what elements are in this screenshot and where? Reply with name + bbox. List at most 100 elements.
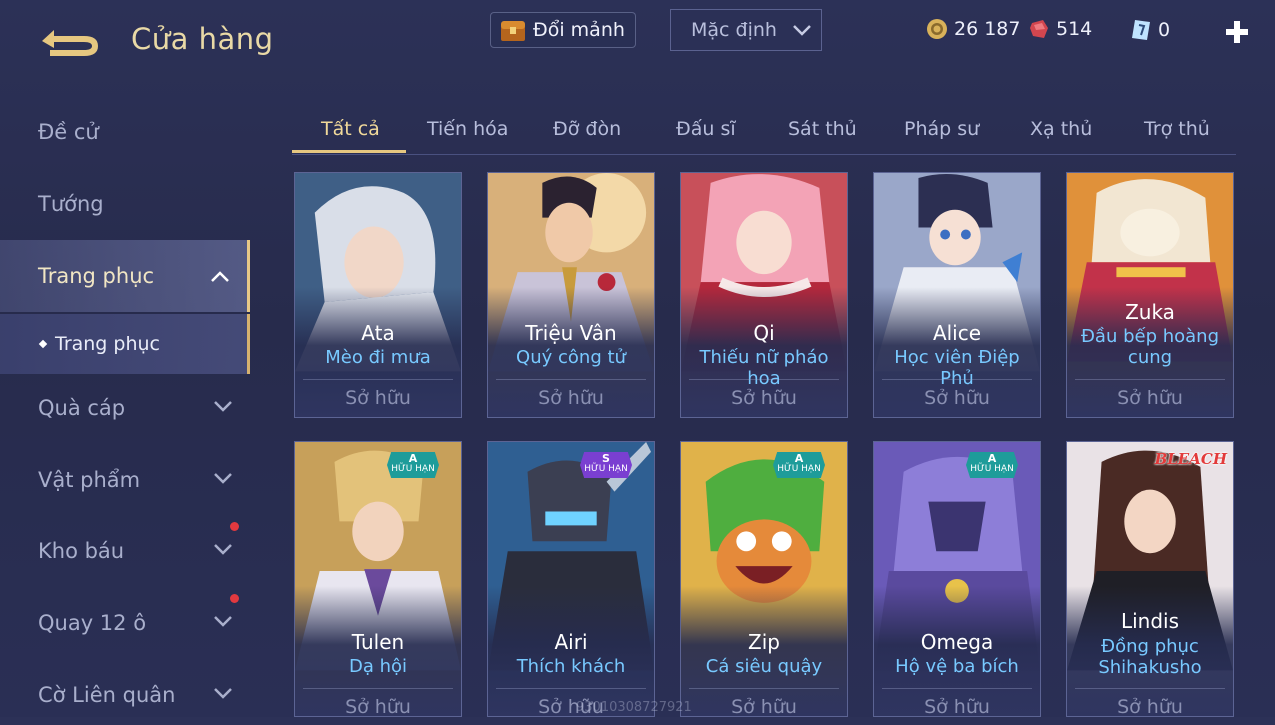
voucher-currency: 0 [1130, 18, 1170, 42]
skin-card[interactable]: Ata Mèo đi mưa Sở hữu [294, 172, 462, 418]
skin-name: Mèo đi mưa [325, 347, 431, 368]
hero-name: Airi [554, 630, 588, 654]
tab-mage[interactable]: Pháp sư [904, 118, 979, 140]
skin-card[interactable]: S HỮU HẠN Airi Thích khách Sở hữu [487, 441, 655, 717]
tab-evolution[interactable]: Tiến hóa [427, 118, 508, 140]
sidebar-item-label: Quay 12 ô [38, 611, 147, 635]
tab-marksman[interactable]: Xạ thủ [1030, 118, 1092, 140]
owned-status: Sở hữu [538, 387, 604, 409]
chevron-up-icon [211, 271, 229, 282]
sidebar-item-chess[interactable]: Cờ Liên quân [0, 665, 250, 725]
skin-name: Hộ vệ ba bích [895, 656, 1019, 677]
ruby-amount: 514 [1056, 18, 1093, 40]
treasure-chest-icon [501, 21, 525, 41]
chevron-down-icon [214, 544, 232, 555]
owned-status: Sở hữu [1117, 387, 1183, 409]
sidebar-item-recommended[interactable]: Đề cử [0, 102, 250, 162]
tier-badge-letter: A [987, 452, 997, 465]
sidebar-item-label: Quà cáp [38, 396, 126, 420]
tab-all[interactable]: Tất cả [321, 118, 380, 140]
tier-badge-letter: A [794, 452, 804, 465]
tier-badge-text: HỮU HẠN [777, 464, 821, 474]
sidebar-subitem-label: Trang phục [55, 333, 161, 355]
skin-name: Thích khách [516, 656, 626, 677]
voucher-card-icon [1132, 20, 1150, 40]
sidebar-item-label: Trang phục [38, 264, 155, 288]
bleach-logo: BLEACH [1154, 450, 1227, 468]
skin-name: Quý công tử [516, 347, 626, 368]
sidebar-item-heroes[interactable]: Tướng [0, 174, 250, 234]
tier-badge: A HỮU HẠN [773, 452, 825, 478]
hero-name: Triệu Vân [525, 321, 617, 345]
tab-fighter[interactable]: Đấu sĩ [676, 118, 736, 140]
owned-status: Sở hữu [345, 696, 411, 717]
sidebar-item-spin-12[interactable]: Quay 12 ô [0, 593, 250, 653]
tier-badge: S HỮU HẠN [580, 452, 632, 478]
hero-name: Zip [748, 630, 780, 654]
hero-name: Zuka [1125, 300, 1175, 324]
sidebar-item-label: Đề cử [38, 120, 99, 144]
sidebar: Đề cử Tướng Trang phục Trang phục Quà cá… [0, 95, 250, 717]
chevron-down-icon [214, 616, 232, 627]
sidebar-item-label: Kho báu [38, 539, 125, 563]
chevron-down-icon [214, 473, 232, 484]
sort-dropdown[interactable]: Mặc định [670, 9, 822, 51]
owned-status: Sở hữu [731, 696, 797, 717]
tier-badge-text: HỮU HẠN [584, 464, 628, 474]
sidebar-item-gifts[interactable]: Quà cáp [0, 378, 250, 438]
ruby-gem-icon [1030, 20, 1048, 38]
skin-card[interactable]: Alice Học viên Điệp Phủ Sở hữu [873, 172, 1041, 418]
active-tab-indicator [292, 150, 406, 153]
gold-currency: 26 187 [926, 18, 1020, 40]
hero-name: Omega [920, 630, 994, 654]
hero-name: Qi [753, 321, 775, 345]
tab-assassin[interactable]: Sát thủ [788, 118, 857, 140]
tier-badge-letter: S [602, 452, 610, 465]
hero-name: Alice [932, 321, 982, 345]
page-title: Cửa hàng [131, 22, 274, 56]
tier-badge-text: HỮU HẠN [970, 464, 1014, 474]
skin-card[interactable]: A HỮU HẠN Tulen Dạ hội Sở hữu [294, 441, 462, 717]
sidebar-item-skins[interactable]: Trang phục [0, 240, 250, 312]
tier-badge: A HỮU HẠN [966, 452, 1018, 478]
sidebar-item-label: Cờ Liên quân [38, 683, 176, 707]
skin-card[interactable]: BLEACH Lindis Đồng phục Shihakusho Sở hữ… [1066, 441, 1234, 717]
sort-dropdown-value: Mặc định [691, 19, 777, 41]
top-bar: Cửa hàng Đổi mảnh Mặc định 26 187 514 0 [0, 0, 1275, 80]
hero-name: Ata [361, 321, 395, 345]
role-tabs: Tất cả Tiến hóa Đỡ đòn Đấu sĩ Sát thủ Ph… [292, 108, 1236, 155]
skin-card[interactable]: Zuka Đầu bếp hoàng cung Sở hữu [1066, 172, 1234, 418]
back-arrow-icon[interactable] [38, 24, 102, 58]
skin-card[interactable]: Qi Thiếu nữ pháo hoa Sở hữu [680, 172, 848, 418]
skin-card[interactable]: A HỮU HẠN Zip Cá siêu quậy Sở hữu [680, 441, 848, 717]
skin-name: Học viên Điệp Phủ [894, 347, 1020, 389]
sidebar-subitem-skins[interactable]: Trang phục [0, 314, 250, 374]
watermark: 93010308727921 [576, 700, 692, 715]
skin-name: Cá siêu quậy [705, 656, 823, 677]
exchange-shards-label: Đổi mảnh [533, 19, 625, 41]
hero-name: Lindis [1120, 609, 1180, 633]
owned-status: Sở hữu [924, 387, 990, 409]
tier-badge-text: HỮU HẠN [391, 464, 435, 474]
gold-amount: 26 187 [954, 18, 1021, 40]
tab-support[interactable]: Trợ thủ [1144, 118, 1210, 140]
ruby-currency: 514 [1028, 18, 1092, 40]
sidebar-item-treasure[interactable]: Kho báu [0, 521, 250, 581]
sidebar-item-label: Vật phẩm [38, 468, 141, 492]
notification-dot [230, 522, 239, 531]
sidebar-item-items[interactable]: Vật phẩm [0, 450, 250, 510]
skin-name: Đồng phục Shihakusho [1098, 636, 1202, 678]
chevron-down-icon [214, 401, 232, 412]
owned-status: Sở hữu [1117, 696, 1183, 717]
skin-card[interactable]: Triệu Vân Quý công tử Sở hữu [487, 172, 655, 418]
chevron-down-icon [793, 24, 811, 36]
tier-badge-letter: A [408, 452, 418, 465]
diamond-bullet-icon [38, 339, 48, 349]
notification-dot [230, 594, 239, 603]
tab-tank[interactable]: Đỡ đòn [553, 118, 621, 140]
skin-card[interactable]: A HỮU HẠN Omega Hộ vệ ba bích Sở hữu [873, 441, 1041, 717]
sidebar-item-label: Tướng [38, 192, 104, 216]
tier-badge: A HỮU HẠN [387, 452, 439, 478]
exchange-shards-button[interactable]: Đổi mảnh [490, 12, 636, 48]
plus-icon[interactable] [1224, 19, 1250, 45]
